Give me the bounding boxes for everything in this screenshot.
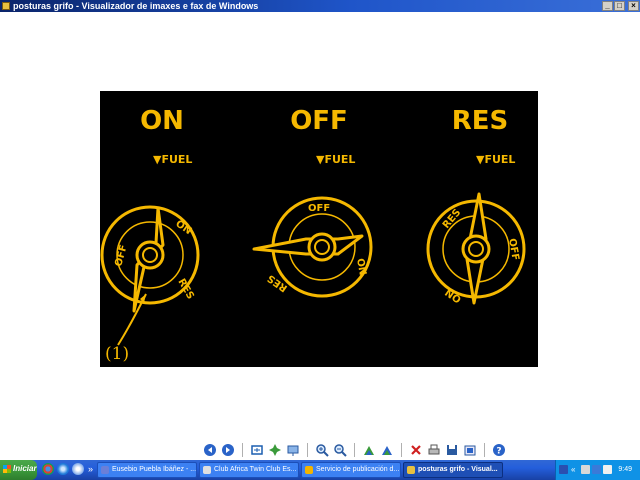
system-tray: « 9:49: [555, 460, 640, 480]
chrome-icon: [305, 466, 313, 474]
toolbar-separator: [484, 443, 485, 457]
previous-image-button[interactable]: [203, 443, 217, 457]
label-on: ON: [140, 106, 184, 136]
start-button[interactable]: Iniciar: [0, 460, 37, 480]
fuel-valve-diagram: ON OFF RES ▼FUEL ▼FUEL ▼FUEL (1) ON OFF …: [100, 106, 526, 364]
tray-expand-button[interactable]: «: [571, 465, 575, 474]
fuel-label-2: ▼FUEL: [316, 153, 355, 166]
itunes-icon[interactable]: [72, 463, 84, 475]
toolbar-separator: [354, 443, 355, 457]
slide-show-button[interactable]: [286, 443, 300, 457]
delete-icon[interactable]: [409, 443, 423, 457]
browser-icon: [101, 466, 109, 474]
help-icon[interactable]: ?: [492, 443, 506, 457]
page-icon: [203, 466, 211, 474]
clock: 9:49: [618, 466, 632, 473]
close-button[interactable]: ×: [628, 1, 639, 11]
valve-dial-off: OFF ON RES: [252, 196, 373, 298]
valve-dial-on: ON OFF RES: [100, 205, 200, 346]
security-icon[interactable]: [603, 465, 612, 474]
svg-text:RES: RES: [175, 277, 195, 301]
svg-text:OFF: OFF: [308, 203, 330, 214]
svg-text:RES: RES: [441, 207, 463, 231]
callout-label: (1): [105, 344, 129, 364]
toolbar-separator: [242, 443, 243, 457]
window-controls: _ □ ×: [602, 1, 639, 11]
internet-explorer-icon[interactable]: [57, 463, 69, 475]
valve-dial-res: RES OFF ON: [426, 192, 526, 305]
next-image-button[interactable]: [221, 443, 235, 457]
task-button[interactable]: Eusebio Puebla Ibáñez - ...: [97, 462, 197, 478]
zoom-out-icon[interactable]: [333, 443, 347, 457]
actual-size-button[interactable]: [268, 443, 282, 457]
label-off: OFF: [290, 106, 348, 136]
toolbar-separator: [307, 443, 308, 457]
label-res: RES: [452, 106, 509, 136]
svg-text:RES: RES: [266, 272, 290, 293]
svg-text:OFF: OFF: [113, 244, 129, 268]
language-icon[interactable]: [559, 465, 568, 474]
title-bar: posturas grifo - Visualizador de imaxes …: [0, 0, 640, 12]
task-button[interactable]: Club Africa Twin Club Es...: [199, 462, 299, 478]
image-viewer-area: ON OFF RES ▼FUEL ▼FUEL ▼FUEL (1) ON OFF …: [0, 12, 640, 440]
taskbar: Iniciar » Eusebio Puebla Ibáñez - ... Cl…: [0, 460, 640, 480]
toolbar-separator: [401, 443, 402, 457]
start-label: Iniciar: [13, 464, 37, 473]
rotate-counterclockwise-icon[interactable]: [380, 443, 394, 457]
image-viewer-icon: [407, 466, 415, 474]
zoom-in-icon[interactable]: [315, 443, 329, 457]
maximize-button[interactable]: □: [614, 1, 625, 11]
save-icon[interactable]: [445, 443, 459, 457]
svg-text:ON: ON: [354, 258, 368, 277]
open-icon[interactable]: [463, 443, 477, 457]
displayed-image: ON OFF RES ▼FUEL ▼FUEL ▼FUEL (1) ON OFF …: [100, 91, 538, 367]
task-button[interactable]: Servicio de publicación d...: [301, 462, 401, 478]
viewer-toolbar: ?: [0, 440, 640, 460]
window-title: posturas grifo - Visualizador de imaxes …: [13, 1, 259, 11]
print-icon[interactable]: [427, 443, 441, 457]
fuel-label-3: ▼FUEL: [476, 153, 515, 166]
volume-icon[interactable]: [592, 465, 601, 474]
task-button-active[interactable]: posturas grifo - Visual...: [403, 462, 503, 478]
best-fit-button[interactable]: [250, 443, 264, 457]
minimize-button[interactable]: _: [602, 1, 613, 11]
quicklaunch-overflow[interactable]: »: [88, 464, 93, 474]
svg-text:?: ?: [496, 447, 501, 457]
network-icon[interactable]: [581, 465, 590, 474]
fuel-label-1: ▼FUEL: [153, 153, 192, 166]
chrome-icon[interactable]: [42, 463, 54, 475]
rotate-clockwise-icon[interactable]: [362, 443, 376, 457]
windows-logo-icon: [3, 465, 11, 473]
app-icon: [2, 2, 10, 10]
